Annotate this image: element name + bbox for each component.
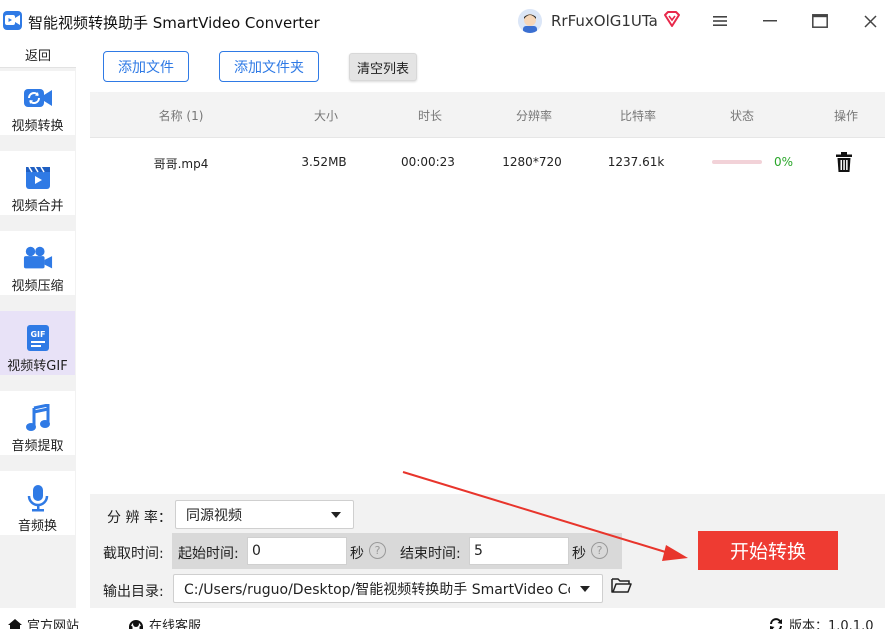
version-info[interactable]: 版本：1.0.1.0 (768, 615, 873, 629)
online-support-link[interactable]: 在线客服 (128, 615, 201, 629)
official-website-label: 官方网站 (27, 619, 80, 629)
home-icon (8, 618, 22, 629)
version-label: 版本：1.0.1.0 (789, 619, 874, 629)
app-window: 智能视频转换助手 SmartVideo Converter RrFuxOlG1U… (0, 0, 885, 629)
official-website-link[interactable]: 官方网站 (7, 615, 79, 629)
headset-icon (129, 619, 143, 629)
start-convert-button[interactable]: 开始转换 (698, 531, 838, 570)
refresh-icon (770, 617, 782, 629)
status-bar: 官方网站 在线客服 版本：1.0.1.0 (0, 608, 885, 629)
online-support-label: 在线客服 (149, 619, 202, 629)
